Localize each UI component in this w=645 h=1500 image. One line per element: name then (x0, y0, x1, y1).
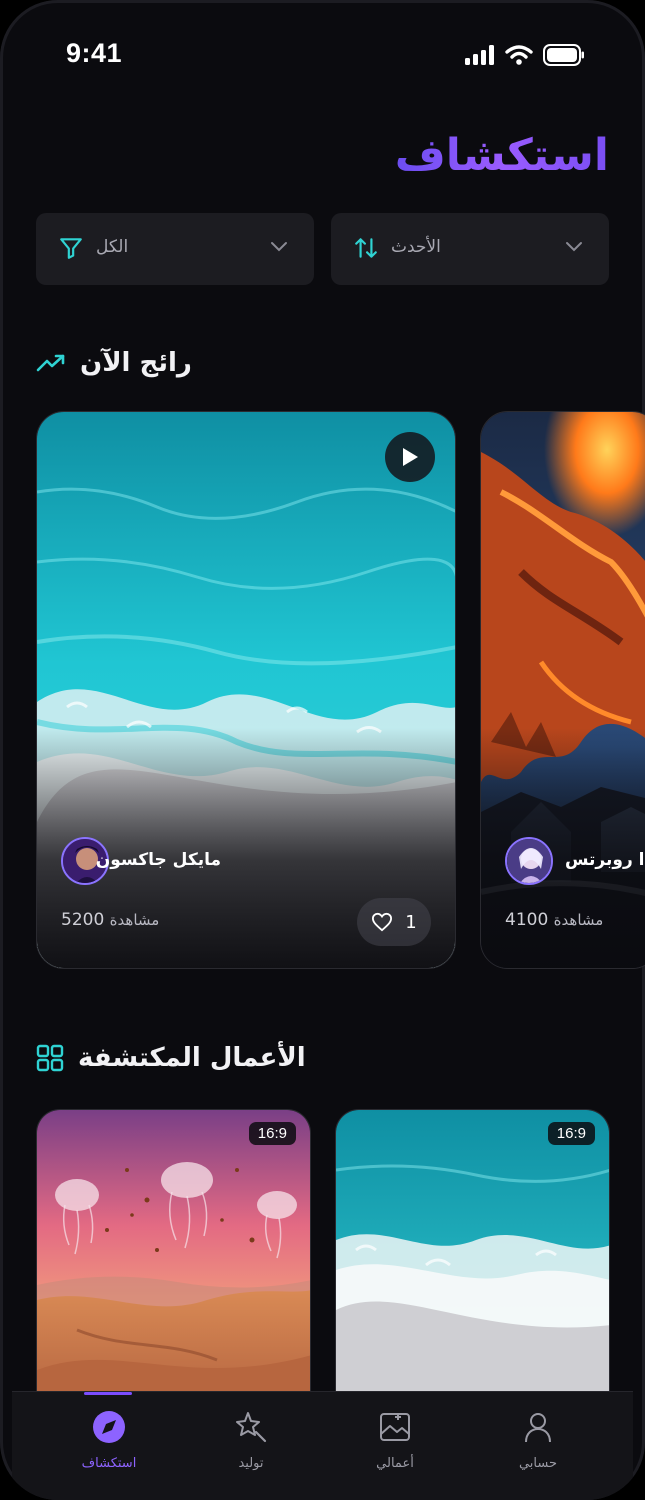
view-count: 4100 مشاهدة (505, 910, 603, 930)
author-name: ا روبرتس (565, 850, 645, 870)
grid-icon (36, 1044, 64, 1072)
nav-label-account: حسابي (518, 1456, 558, 1471)
aspect-ratio-badge: 16:9 (248, 1122, 296, 1145)
nav-tab-my-works[interactable]: أعمالي (340, 1410, 450, 1471)
explored-work-card[interactable]: 16:9 (36, 1109, 311, 1439)
trending-title: رائج الآن (80, 348, 192, 378)
nav-tab-explore[interactable]: استكشاف (54, 1410, 164, 1471)
heart-icon (372, 912, 393, 932)
author-avatar[interactable] (505, 837, 553, 885)
page-title: استكشاف (394, 130, 609, 181)
view-count: 5200 مشاهدة (61, 910, 159, 930)
nav-label-explore: استكشاف (81, 1456, 137, 1471)
beach-waves-image (336, 1110, 609, 1438)
trending-header: رائج الآن (36, 348, 192, 378)
explored-works-title: الأعمال المكتشفة (78, 1043, 306, 1073)
view-count-label: مشاهدة (109, 911, 160, 929)
view-count-number: 4100 (505, 910, 549, 930)
sort-dropdown[interactable]: الأحدث (331, 213, 609, 285)
view-count-number: 5200 (61, 910, 105, 930)
nav-tab-account[interactable]: حسابي (483, 1410, 593, 1471)
like-button[interactable]: 1 (357, 898, 431, 946)
sort-arrows-icon (355, 238, 377, 258)
active-tab-indicator (84, 1392, 132, 1395)
like-count: 1 (405, 911, 417, 933)
category-filter-dropdown[interactable]: الكل (36, 213, 314, 285)
trending-up-icon (36, 354, 65, 372)
aspect-ratio-badge: 16:9 (547, 1122, 595, 1145)
card-gradient-overlay (481, 728, 645, 968)
chevron-down-icon (566, 242, 582, 252)
nav-label-my-works: أعمالي (376, 1456, 414, 1471)
trending-card[interactable]: ا روبرتس 4100 مشاهدة (480, 411, 645, 969)
sort-label: الأحدث (391, 237, 441, 257)
play-icon (403, 448, 418, 466)
status-icons (465, 44, 585, 66)
user-icon (525, 1413, 551, 1443)
app-screen: 9:41 استكشاف الكل الأحدث رائج الآن مايكل… (0, 0, 645, 1500)
status-time: 9:41 (66, 38, 123, 68)
bottom-navigation: استكشاف توليد أعمالي حسابي (12, 1391, 633, 1500)
trending-card[interactable]: مايكل جاكسون 5200 مشاهدة 1 (36, 411, 456, 969)
nav-tab-generate[interactable]: توليد (196, 1410, 306, 1471)
explored-works-header: الأعمال المكتشفة (36, 1043, 306, 1073)
chevron-down-icon (271, 242, 287, 252)
battery-icon (543, 44, 584, 66)
filter-icon (60, 238, 82, 259)
author-name: مايكل جاكسون (95, 850, 221, 870)
wifi-icon (505, 45, 533, 65)
explored-work-card[interactable]: 16:9 (335, 1109, 610, 1439)
magic-star-icon (236, 1412, 267, 1443)
view-count-label: مشاهدة (553, 911, 604, 929)
jellyfish-desert-image (37, 1110, 310, 1438)
gallery-icon (380, 1413, 410, 1441)
compass-icon (93, 1411, 125, 1443)
nav-label-generate: توليد (238, 1456, 264, 1471)
play-button[interactable] (385, 432, 435, 482)
signal-icon (465, 45, 494, 65)
category-filter-label: الكل (96, 237, 129, 257)
